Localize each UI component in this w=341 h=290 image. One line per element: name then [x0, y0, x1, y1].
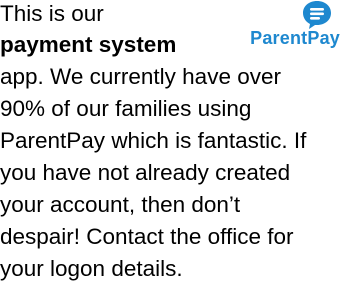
- text-line-6: you have not already created: [0, 160, 291, 185]
- text-line-3: app. We currently have over: [0, 64, 281, 89]
- logo-text: ParentPay: [250, 28, 340, 48]
- parentpay-logo: ParentPay: [218, 0, 340, 50]
- text-line-2: payment system: [0, 32, 177, 57]
- text-line-7: your account, then don’t: [0, 192, 241, 217]
- text-line-1: This is our: [0, 1, 104, 26]
- text-line-8: despair! Contact the office for: [0, 224, 294, 249]
- text-line-5: ParentPay which is fantastic. If: [0, 128, 307, 153]
- speech-bubble-icon: [303, 1, 331, 29]
- text-line-9: your logon details.: [0, 256, 183, 281]
- text-line-4: 90% of our families using: [0, 96, 252, 121]
